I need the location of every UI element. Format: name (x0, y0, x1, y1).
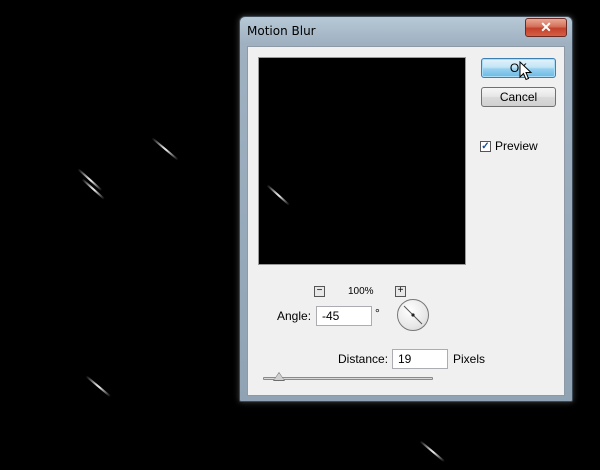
preview-label: Preview (495, 139, 538, 153)
dialog-title: Motion Blur (247, 24, 316, 38)
cancel-button[interactable]: Cancel (481, 87, 556, 107)
checkmark-icon[interactable]: ✓ (480, 140, 491, 152)
close-icon: ✕ (540, 19, 552, 35)
zoom-controls: − 100% + (314, 285, 414, 299)
distance-slider-thumb[interactable] (273, 372, 285, 381)
light-streak (419, 440, 446, 463)
preview-pane[interactable] (258, 57, 466, 265)
light-streak (85, 375, 112, 398)
distance-slider-track[interactable] (263, 377, 433, 380)
degree-symbol: ° (375, 306, 380, 320)
angle-input[interactable]: -45 (316, 306, 372, 326)
preview-toggle[interactable]: ✓ Preview (480, 138, 538, 154)
mouse-pointer-icon (519, 60, 533, 86)
title-bar[interactable]: Motion Blur ✕ (240, 17, 572, 45)
distance-label: Distance: (338, 352, 389, 366)
zoom-in-icon[interactable]: + (395, 286, 406, 297)
distance-input[interactable]: 19 (392, 349, 448, 369)
zoom-level: 100% (348, 286, 374, 297)
angle-dial-needle (403, 305, 423, 325)
dialog-body: OK Cancel ✓ Preview − 100% + Angle: -45 … (247, 46, 565, 396)
zoom-out-icon[interactable]: − (314, 286, 325, 297)
angle-label: Angle: (277, 309, 312, 323)
angle-dial-icon[interactable] (397, 299, 429, 331)
close-button[interactable]: ✕ (525, 18, 567, 37)
light-streak (151, 137, 179, 161)
distance-unit: Pixels (453, 352, 486, 366)
preview-streak (266, 184, 290, 206)
cancel-button-label: Cancel (499, 90, 538, 104)
